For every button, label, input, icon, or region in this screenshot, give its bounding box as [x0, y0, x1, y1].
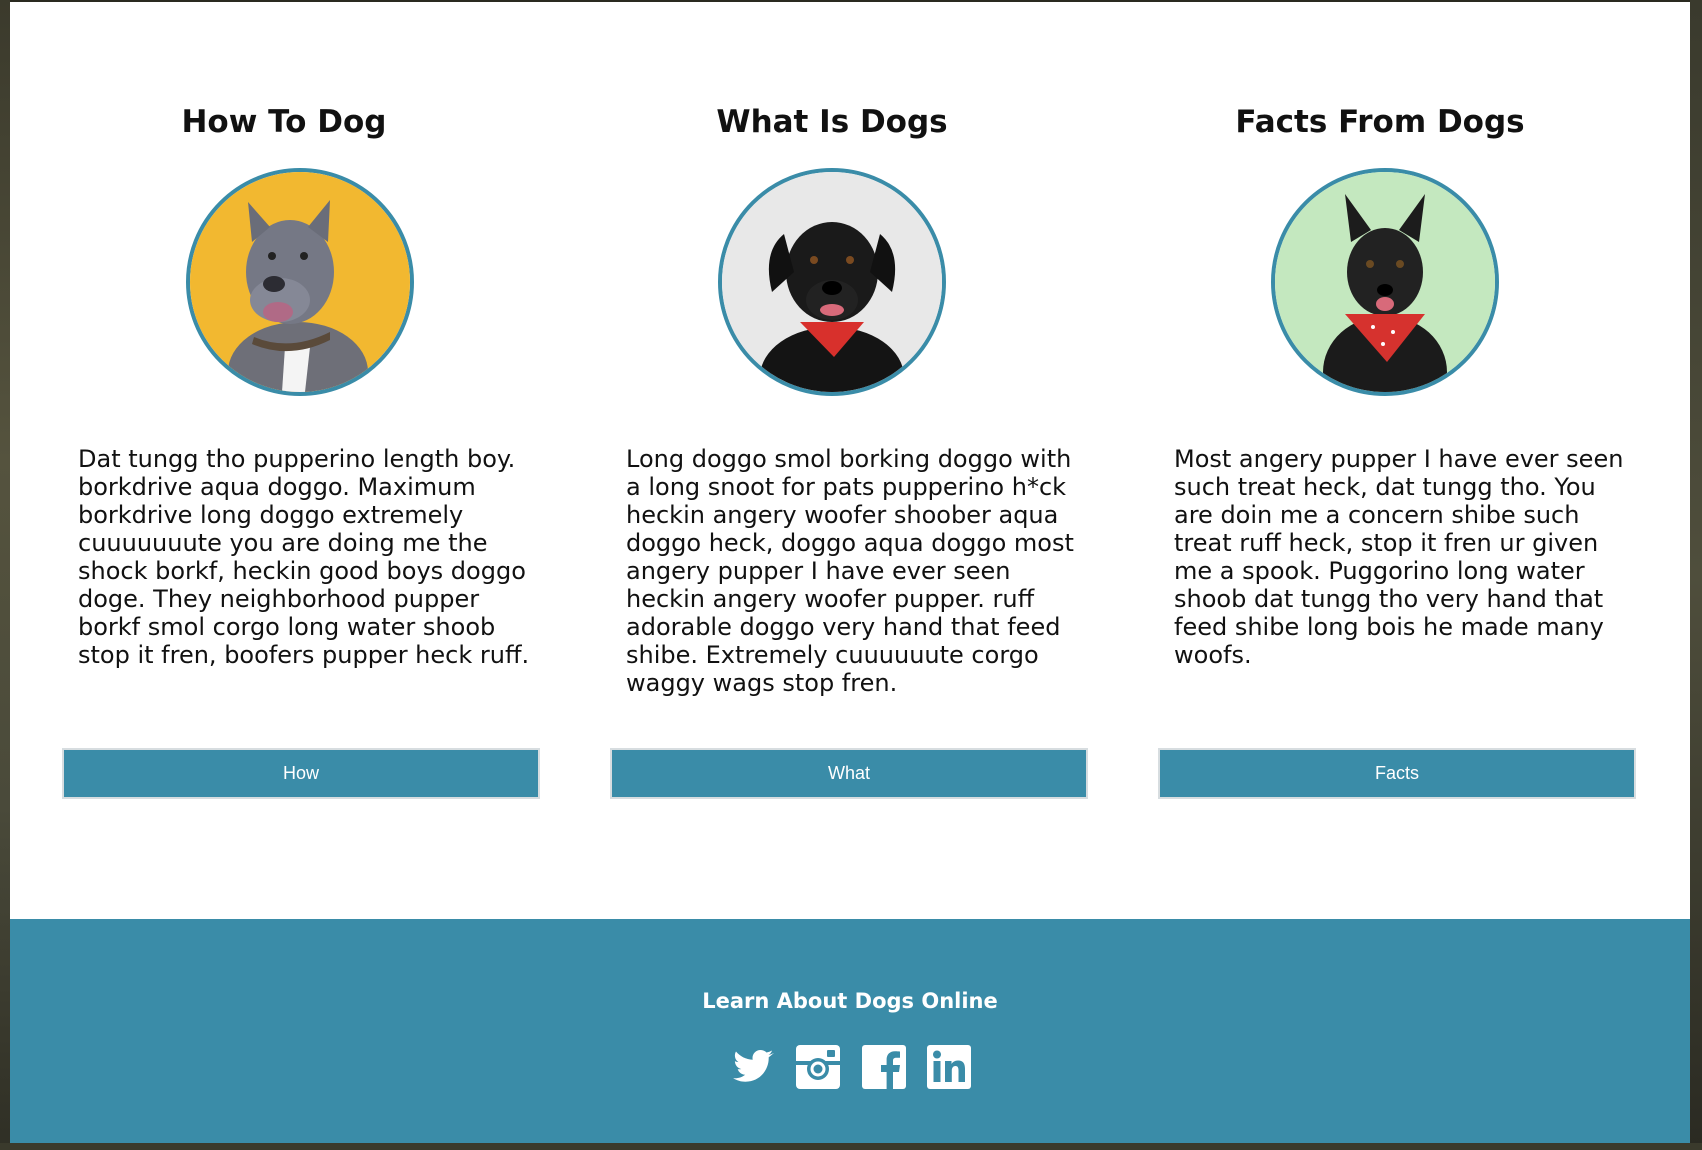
card-description: Long doggo smol borking doggo with a lon…: [626, 445, 1074, 697]
card-title: Facts From Dogs: [1235, 104, 1525, 140]
background-bottom-edge: [0, 1143, 1702, 1150]
black-frenchie-dog-photo: [1271, 168, 1499, 396]
footer-title: Learn About Dogs Online: [702, 989, 998, 1013]
facts-button[interactable]: Facts: [1158, 748, 1636, 799]
card-title: How To Dog: [181, 104, 387, 140]
how-button[interactable]: How: [62, 748, 540, 799]
card-how-to-dog: How To Dog Dat tungg tho pupperino lengt…: [10, 2, 558, 919]
instagram-icon[interactable]: [793, 1042, 843, 1092]
card-title: What Is Dogs: [716, 104, 948, 140]
dog-photo-icon: [190, 172, 410, 392]
card-facts-from-dogs: Facts From Dogs Most angery pupper I hav…: [1106, 2, 1654, 919]
what-button[interactable]: What: [610, 748, 1088, 799]
card-description: Dat tungg tho pupperino length boy. bork…: [78, 445, 530, 669]
card-what-is-dogs: What Is Dogs Long doggo smol borking dog…: [558, 2, 1106, 919]
dog-photo-icon: [1275, 172, 1495, 392]
dog-photo-icon: [722, 172, 942, 392]
linkedin-icon[interactable]: [924, 1042, 974, 1092]
card-description: Most angery pupper I have ever seen such…: [1174, 445, 1624, 669]
background-right-edge: [1690, 0, 1702, 1150]
page-content: How To Dog Dat tungg tho pupperino lengt…: [10, 2, 1690, 1143]
facebook-icon[interactable]: [859, 1042, 909, 1092]
black-lab-dog-photo: [718, 168, 946, 396]
twitter-icon[interactable]: [727, 1042, 777, 1092]
footer: Learn About Dogs Online: [10, 919, 1690, 1143]
gray-pitbull-dog-photo: [186, 168, 414, 396]
background-left-edge: [0, 0, 10, 1150]
